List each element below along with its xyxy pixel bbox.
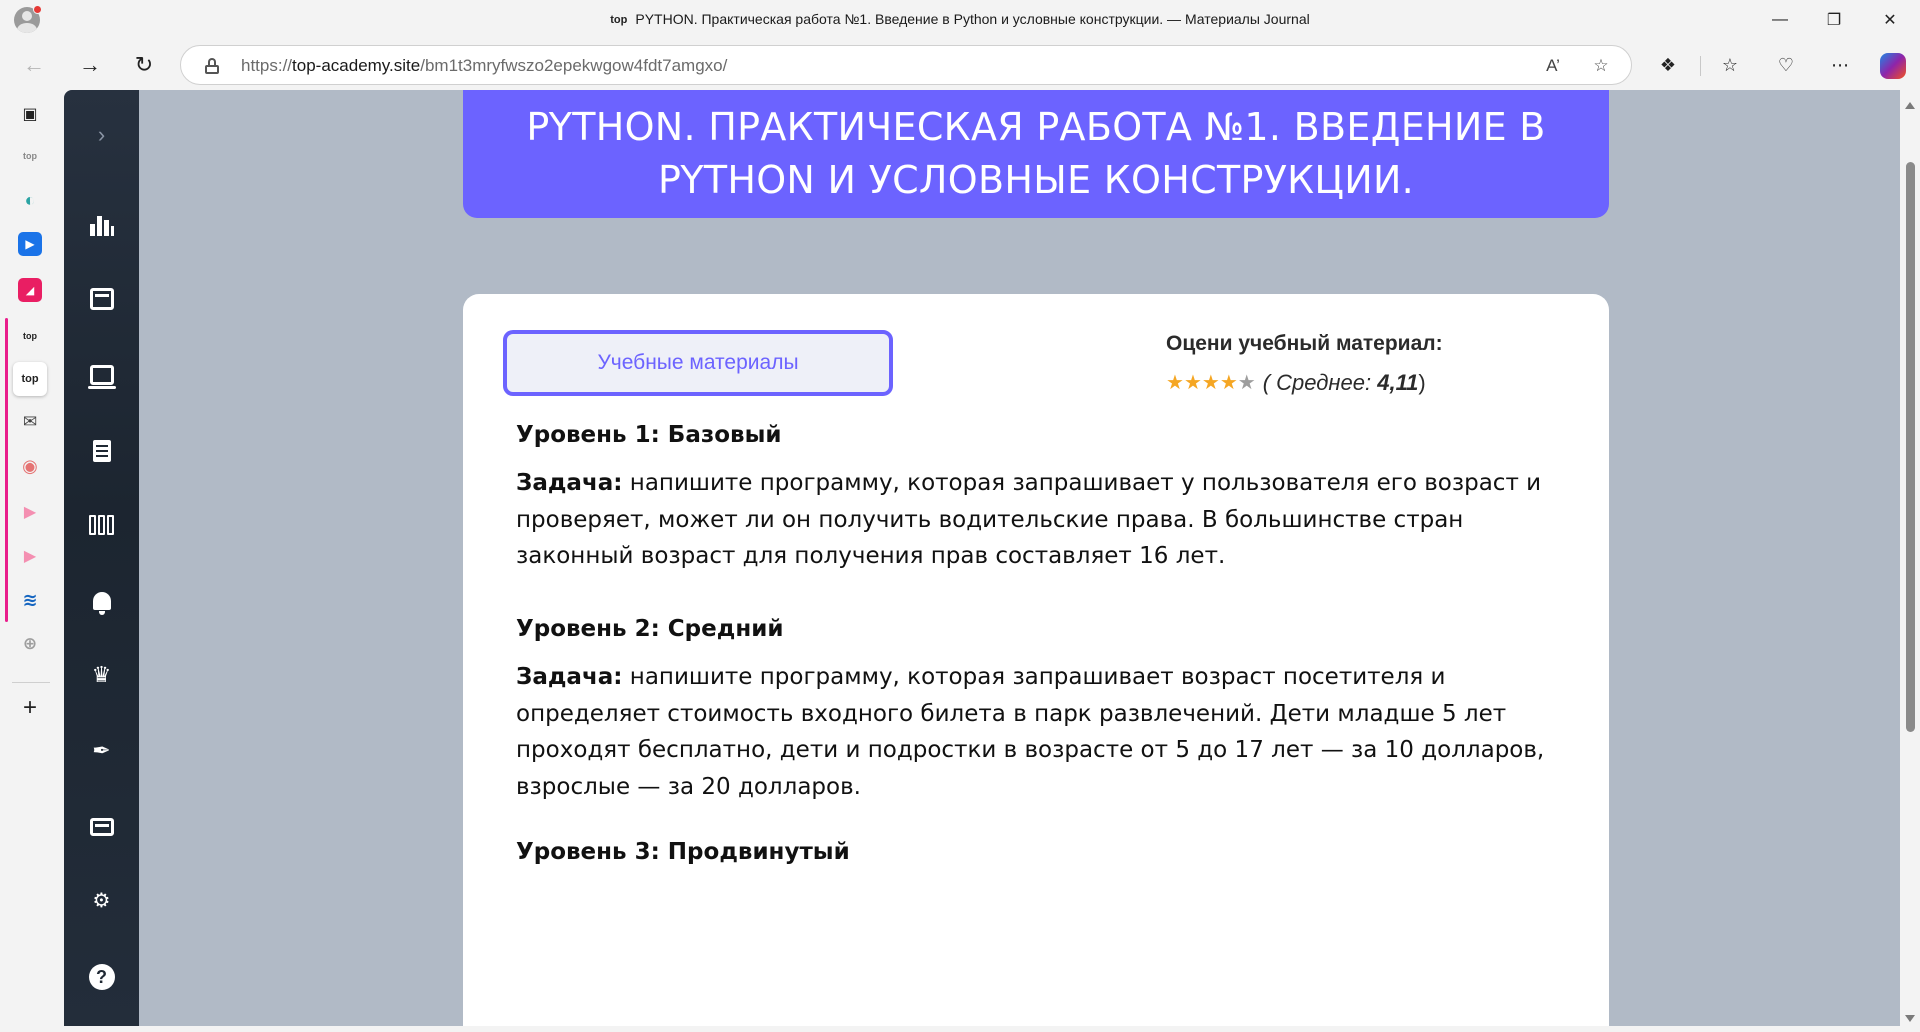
tab-edge-icon[interactable]: ◐ [16, 186, 44, 214]
lesson-header: PYTHON. ПРАКТИЧЕСКАЯ РАБОТА №1. ВВЕДЕНИЕ… [463, 90, 1609, 218]
notifications-bell-icon[interactable] [64, 580, 139, 622]
vertical-tabs-panel: ▣ top ◐ ▶ ◢ top top ✉ ◉ ▶ ▶ ≋ ⊕ + [0, 90, 62, 1032]
forward-button[interactable]: → [72, 48, 108, 82]
rating-stars[interactable]: ★ ★ ★ ★ ★ [1166, 373, 1256, 393]
lesson-title: PYTHON. ПРАКТИЧЕСКАЯ РАБОТА №1. ВВЕДЕНИЕ… [526, 105, 1546, 202]
level-1-task: Задача: напишите программу, которая запр… [516, 465, 1566, 575]
site-favicon: top [610, 14, 628, 26]
app-sidebar: › ♛ ✒ ⚙ ? [64, 90, 139, 1026]
address-bar[interactable]: https://top-academy.site/bm1t3mryfwszo2e… [180, 45, 1632, 85]
scroll-up-arrow-icon[interactable] [1905, 102, 1915, 109]
favorite-star-icon[interactable]: ☆ [1589, 54, 1613, 78]
scroll-down-arrow-icon[interactable] [1905, 1015, 1915, 1022]
tab-play-icon[interactable]: ▶ [16, 230, 44, 258]
rating-star-icon[interactable]: ★ [1166, 373, 1184, 393]
rating-value: 4,11 [1377, 370, 1419, 395]
browser-title-bar: top PYTHON. Практическая работа №1. Введе… [0, 0, 1920, 40]
browser-essentials-icon[interactable]: ♡ [1770, 50, 1802, 80]
classes-laptop-icon[interactable] [64, 354, 139, 396]
refresh-button[interactable]: ↻ [126, 48, 162, 82]
rating-title: Оцени учебный материал: [1166, 332, 1443, 355]
page-scrollbar[interactable] [1900, 90, 1920, 1032]
tab-arrow-tag-icon[interactable]: ▶ [16, 498, 44, 526]
tab-mail-icon[interactable]: ✉ [16, 408, 44, 436]
tab-pink-app-icon[interactable]: ◢ [16, 276, 44, 304]
tab-top-academy-active-icon[interactable]: top [13, 362, 47, 396]
trophy-icon[interactable]: ♛ [64, 654, 139, 696]
task-label: Задача: [516, 664, 623, 690]
scrollbar-thumb[interactable] [1906, 162, 1915, 732]
tab-grey-app-icon[interactable]: ⊕ [16, 630, 44, 658]
tab-top-academy-icon[interactable]: top [16, 142, 44, 170]
rating-star-icon[interactable]: ★ [1220, 373, 1238, 393]
url-text[interactable]: https://top-academy.site/bm1t3mryfwszo2e… [241, 56, 727, 76]
favorites-icon[interactable]: ☆ [1714, 50, 1746, 80]
rating-star-icon[interactable]: ★ [1238, 373, 1256, 393]
more-menu-icon[interactable]: ⋯ [1824, 50, 1856, 80]
library-icon[interactable] [64, 504, 139, 546]
content-card: Учебные материалы Оцени учебный материал… [463, 294, 1609, 1026]
window-title: top PYTHON. Практическая работа №1. Введе… [0, 11, 1920, 27]
tab-group-bar [5, 318, 8, 622]
settings-gear-icon[interactable]: ⚙ [64, 880, 139, 922]
help-icon[interactable]: ? [64, 956, 139, 998]
new-tab-plus-icon[interactable]: + [16, 694, 44, 722]
level-3-title: Уровень 3: Продвинутый [516, 839, 850, 865]
task-text: напишите программу, которая запрашивает … [516, 470, 1542, 569]
schedule-calendar-icon[interactable] [64, 278, 139, 320]
task-label: Задача: [516, 470, 623, 496]
copilot-icon[interactable] [1880, 53, 1906, 79]
homework-icon[interactable] [64, 430, 139, 472]
tab-arrow-tag-2-icon[interactable]: ▶ [16, 542, 44, 570]
tab-chrome-icon[interactable]: ◉ [16, 452, 44, 480]
level-1-title: Уровень 1: Базовый [516, 422, 782, 448]
expand-sidebar-icon[interactable]: › [64, 114, 139, 156]
rating-star-icon[interactable]: ★ [1202, 373, 1220, 393]
feather-icon[interactable]: ✒ [64, 730, 139, 772]
task-text: напишите программу, которая запрашивает … [516, 664, 1545, 800]
tab-top-academy-2-icon[interactable]: top [16, 322, 44, 350]
lock-icon[interactable] [205, 58, 219, 74]
rating-average: ( Среднее: 4,11) [1262, 370, 1426, 395]
close-window-button[interactable]: ✕ [1862, 0, 1918, 40]
rating-widget: ★ ★ ★ ★ ★ ( Среднее: 4,11) [1166, 370, 1426, 396]
toolbar-divider [1700, 56, 1701, 76]
extensions-icon[interactable]: ❖ [1652, 50, 1684, 80]
page-viewport: › ♛ ✒ ⚙ ? PYTHON. ПРАКТИЧЕСКАЯ РАБОТА №1… [64, 90, 1900, 1026]
wallet-icon[interactable] [64, 806, 139, 848]
level-2-task: Задача: напишите программу, которая запр… [516, 659, 1566, 805]
browser-toolbar: ← → ↻ https://top-academy.site/bm1t3mryf… [0, 40, 1920, 90]
read-aloud-icon[interactable]: A’ [1541, 54, 1565, 78]
rating-star-icon[interactable]: ★ [1184, 373, 1202, 393]
minimize-button[interactable]: — [1752, 0, 1808, 40]
tab-actions-icon[interactable]: ▣ [16, 100, 44, 128]
tab-edge-wave-icon[interactable]: ≋ [16, 586, 44, 614]
restore-button[interactable]: ❐ [1806, 0, 1862, 40]
statistics-icon[interactable] [64, 204, 139, 246]
back-button[interactable]: ← [16, 48, 52, 82]
study-materials-button[interactable]: Учебные материалы [503, 330, 893, 396]
tab-divider [12, 682, 50, 683]
window-title-text: PYTHON. Практическая работа №1. Введение… [635, 11, 1310, 27]
level-2-title: Уровень 2: Средний [516, 616, 784, 642]
